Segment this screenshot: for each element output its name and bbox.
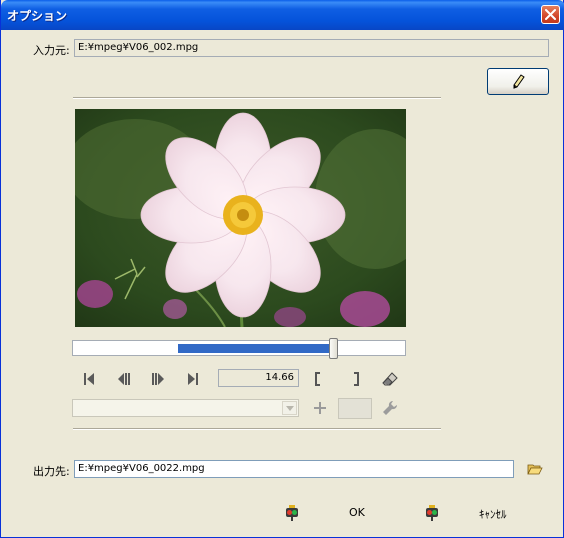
chevron-down-icon: [286, 406, 294, 411]
selection-range: [178, 344, 329, 353]
preset-settings-button[interactable]: [382, 400, 398, 416]
mark-out-button[interactable]: [348, 371, 364, 387]
separator-top: [73, 97, 441, 99]
browse-output-button[interactable]: [527, 461, 543, 477]
input-label: 入力元:: [33, 44, 70, 57]
output-path-input[interactable]: E:¥mpeg¥V06_0022.mpg: [74, 460, 514, 478]
add-preset-button[interactable]: [312, 400, 328, 416]
traffic-light-icon: [426, 505, 438, 521]
cancel-button[interactable]: ｷｬﾝｾﾙ: [421, 500, 531, 526]
mark-in-bracket-icon: [315, 372, 320, 386]
open-folder-icon: [527, 464, 543, 475]
preset-select[interactable]: [72, 399, 299, 417]
step-forward-button[interactable]: [150, 371, 166, 387]
clear-marks-button[interactable]: [381, 370, 399, 388]
flower-photo: [75, 109, 406, 327]
skip-to-end-button[interactable]: [185, 371, 201, 387]
close-button[interactable]: [541, 5, 560, 24]
wrench-icon: [383, 400, 398, 415]
step-back-icon: [118, 373, 130, 385]
time-display: 14.66: [218, 369, 299, 387]
close-icon: [545, 9, 556, 20]
preset-dropdown-button[interactable]: [282, 401, 297, 415]
skip-to-end-icon: [188, 373, 198, 385]
cancel-label: ｷｬﾝｾﾙ: [479, 508, 507, 521]
mark-out-bracket-icon: [354, 372, 359, 386]
skip-to-start-button[interactable]: [81, 371, 97, 387]
window-title: オプション: [7, 9, 68, 23]
mark-in-button[interactable]: [311, 371, 327, 387]
output-label: 出力先:: [33, 465, 70, 478]
preset-apply-button[interactable]: [338, 398, 372, 419]
title-bar[interactable]: オプション: [1, 0, 564, 30]
seek-thumb[interactable]: [329, 338, 338, 359]
seek-bar[interactable]: [72, 338, 406, 359]
step-back-button[interactable]: [116, 371, 132, 387]
skip-to-start-icon: [84, 373, 94, 385]
separator-bottom: [73, 428, 441, 430]
eraser-icon: [382, 372, 398, 386]
edit-button[interactable]: [487, 68, 549, 95]
video-preview: [75, 109, 406, 327]
pencil-icon: [513, 74, 525, 89]
step-forward-icon: [152, 373, 164, 385]
input-path-field: E:¥mpeg¥V06_002.mpg: [74, 39, 549, 57]
plus-icon: [314, 402, 326, 414]
options-dialog: オプション 入力元: E:¥mpeg¥V06_002.mpg 14.66 出力先…: [0, 0, 564, 538]
traffic-light-icon: [286, 505, 298, 521]
ok-label: OK: [349, 506, 365, 519]
ok-button[interactable]: OK: [281, 500, 381, 526]
